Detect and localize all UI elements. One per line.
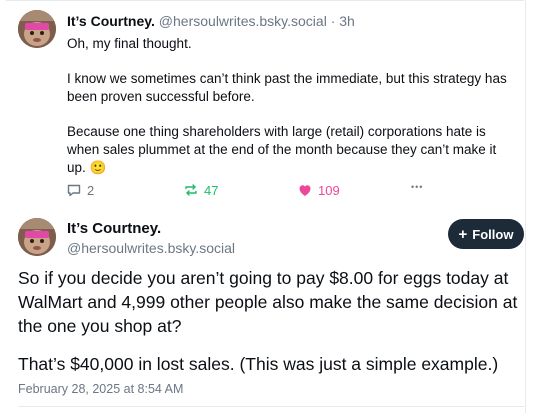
- repost-count: 47: [204, 182, 219, 198]
- post-body: So if you decide you aren’t going to pay…: [18, 266, 523, 376]
- follow-label: Follow: [472, 226, 514, 242]
- author-name[interactable]: It’s Courtney.: [67, 13, 155, 29]
- header-separator: ·: [330, 13, 336, 29]
- reply-count: 2: [87, 182, 95, 198]
- author-name[interactable]: It’s Courtney.: [67, 220, 161, 238]
- avatar[interactable]: [18, 10, 56, 48]
- reply-icon: [66, 182, 82, 198]
- heart-icon: [297, 182, 313, 198]
- like-button[interactable]: 109: [297, 182, 340, 198]
- post-time[interactable]: 3h: [339, 13, 355, 29]
- author-handle[interactable]: @hersoulwrites.bsky.social: [159, 13, 327, 29]
- post-paragraph: I know we sometimes can’t think past the…: [67, 71, 507, 104]
- top-divider: [6, 0, 524, 1]
- post-paragraph: That’s $40,000 in lost sales. (This was …: [18, 354, 499, 374]
- like-count: 109: [318, 182, 340, 198]
- post-paragraph: Oh, my final thought.: [67, 36, 192, 51]
- repost-button[interactable]: 47: [183, 182, 218, 198]
- bottom-divider: [18, 406, 524, 407]
- avatar[interactable]: [18, 218, 56, 256]
- repost-icon: [183, 182, 199, 198]
- post-header: It’s Courtney. @hersoulwrites.bsky.socia…: [67, 12, 355, 30]
- more-button[interactable]: •••: [411, 182, 423, 192]
- post-actions: 2 47 109 •••: [66, 182, 446, 202]
- right-border: [525, 0, 526, 413]
- more-icon: •••: [411, 182, 424, 192]
- plus-icon: +: [458, 225, 468, 243]
- post-timestamp[interactable]: February 28, 2025 at 8:54 AM: [18, 382, 183, 396]
- author-handle[interactable]: @hersoulwrites.bsky.social: [67, 239, 235, 257]
- reply-button[interactable]: 2: [66, 182, 94, 198]
- post-paragraph: So if you decide you aren’t going to pay…: [18, 268, 518, 336]
- follow-button[interactable]: + Follow: [448, 219, 524, 249]
- thread-view: It’s Courtney. @hersoulwrites.bsky.socia…: [0, 0, 540, 413]
- post-body: Oh, my final thought. I know we sometime…: [67, 35, 512, 177]
- post-paragraph: Because one thing shareholders with larg…: [67, 124, 497, 175]
